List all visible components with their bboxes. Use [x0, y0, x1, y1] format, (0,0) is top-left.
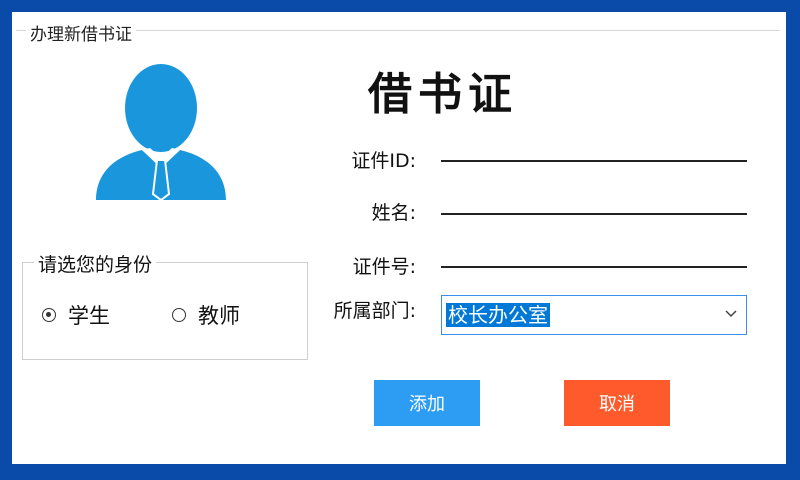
- cancel-button[interactable]: 取消: [564, 380, 670, 426]
- number-label: 证件号:: [352, 256, 416, 278]
- chevron-down-icon[interactable]: [724, 306, 738, 320]
- dept-select[interactable]: 校长办公室: [441, 295, 747, 335]
- id-field[interactable]: [441, 160, 747, 162]
- radio-student-label: 学生: [68, 304, 110, 328]
- user-avatar-icon: [96, 64, 226, 200]
- number-field[interactable]: [441, 266, 747, 268]
- radio-teacher[interactable]: 教师: [172, 300, 240, 330]
- name-label: 姓名:: [371, 202, 416, 224]
- name-field[interactable]: [441, 213, 747, 215]
- id-label: 证件ID:: [351, 150, 416, 172]
- card-title: 借书证: [368, 69, 518, 120]
- group-title: 办理新借书证: [26, 20, 136, 45]
- identity-title: 请选您的身份: [34, 250, 157, 277]
- radio-dot[interactable]: [42, 308, 56, 322]
- radio-dot[interactable]: [172, 308, 186, 322]
- dept-selected-value: 校长办公室: [446, 303, 550, 327]
- window: 办理新借书证 借书证 证件ID: 姓名: 证件号: 所属部门: 校长办公室 请选…: [12, 12, 786, 464]
- dept-label: 所属部门:: [333, 300, 416, 322]
- add-button[interactable]: 添加: [374, 380, 480, 426]
- radio-student[interactable]: 学生: [42, 300, 110, 330]
- radio-teacher-label: 教师: [198, 304, 240, 328]
